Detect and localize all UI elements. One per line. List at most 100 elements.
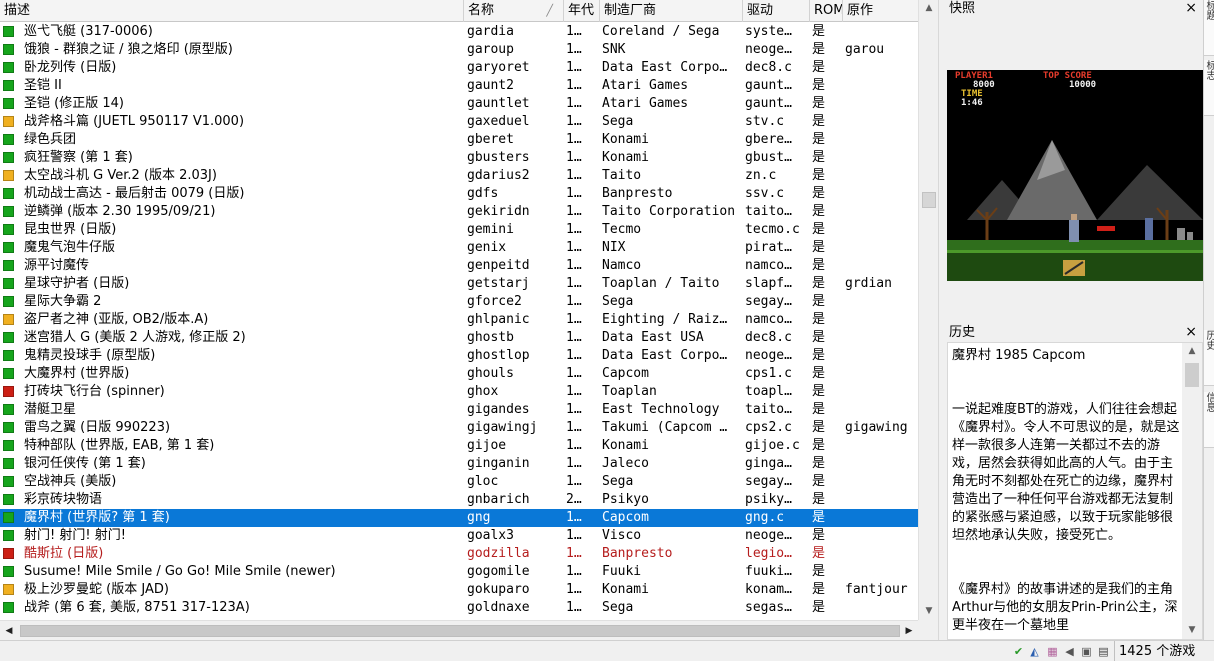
game-row[interactable]: 卧龙列传 (日版) garyoret 1… Data East Corpo… dec8.… <box>0 59 918 77</box>
pane-splitter[interactable] <box>938 0 945 640</box>
column-header-manufacturer[interactable]: 制造厂商 <box>600 0 743 22</box>
game-manufacturer: SNK <box>602 42 626 57</box>
game-driver: stv.c <box>745 114 785 129</box>
game-driver: namco… <box>745 258 792 273</box>
status-icon <box>3 401 17 419</box>
game-row[interactable]: 战斧格斗篇 (JUETL 950117 V1.000) gaxeduel 1… Seg… <box>0 113 918 131</box>
close-icon[interactable]: × <box>1185 324 1197 341</box>
game-rom-status: 是 <box>812 528 826 543</box>
game-row[interactable]: 打砖块飞行台 (spinner) ghox 1… Toaplan toapl… 是 <box>0 383 918 401</box>
game-row[interactable]: 源平讨魔传 genpeitd 1… Namco namco… 是 <box>0 257 918 275</box>
side-tab[interactable]: 历史 <box>1204 330 1214 386</box>
game-name: ghlpanic <box>467 312 530 327</box>
column-header-parent[interactable]: 原作 <box>843 0 918 22</box>
game-list[interactable]: 巡弋飞艇 (317-0006) gardia 1… Coreland / Sega sy… <box>0 23 918 619</box>
game-row[interactable]: 特种部队 (世界版, EAB, 第 1 套) gijoe 1… Konami gijoe… <box>0 437 918 455</box>
game-row[interactable]: 彩京砖块物语 gnbarich 2… Psikyo psiky… 是 <box>0 491 918 509</box>
game-year: 1… <box>566 582 582 597</box>
game-driver: gaunt… <box>745 78 792 93</box>
scroll-up-arrow-icon[interactable]: ▲ <box>919 0 939 17</box>
history-panel[interactable]: 魔界村 1985 Capcom 一说起难度BT的游戏，人们往往会想起《魔界村》。… <box>947 342 1203 640</box>
game-row[interactable]: 太空战斗机 G Ver.2 (版本 2.03J) gdarius2 1… Taito z… <box>0 167 918 185</box>
list-vertical-scrollbar[interactable]: ▲ ▼ <box>918 0 938 620</box>
game-description: 极上沙罗曼蛇 (版本 JAD) <box>24 582 169 597</box>
game-row[interactable]: 魔鬼气泡牛仔版 genix 1… NIX pirat… 是 <box>0 239 918 257</box>
game-row[interactable]: 疯狂警察 (第 1 套) gbusters 1… Konami gbust… 是 <box>0 149 918 167</box>
game-manufacturer: Data East Corpo… <box>602 348 728 363</box>
game-row[interactable]: 魔界村 (世界版? 第 1 套) gng 1… Capcom gng.c 是 <box>0 509 918 527</box>
column-header-year[interactable]: 年代 <box>564 0 600 22</box>
game-row[interactable]: Susume! Mile Smile / Go Go! Mile Smile (… <box>0 563 918 581</box>
game-manufacturer: Atari Games <box>602 78 689 93</box>
game-driver: segay… <box>745 474 792 489</box>
game-year: 1… <box>566 150 582 165</box>
game-name: garyoret <box>467 60 530 75</box>
game-year: 1… <box>566 42 582 57</box>
game-row[interactable]: 星际大争霸 2 gforce2 1… Sega segay… 是 <box>0 293 918 311</box>
snapshot-panel-title: 快照 <box>949 1 976 16</box>
game-row[interactable]: 雷鸟之翼 (日版 990223) gigawingj 1… Takumi (Capco… <box>0 419 918 437</box>
game-driver: ssv.c <box>745 186 785 201</box>
side-tab[interactable]: 标题 <box>1204 0 1214 56</box>
game-row[interactable]: 绿色兵团 gberet 1… Konami gbere… 是 <box>0 131 918 149</box>
game-row[interactable]: 潜艇卫星 gigandes 1… East Technology taito… 是 <box>0 401 918 419</box>
game-row[interactable]: 星球守护者 (日版) getstarj 1… Toaplan / Taito slapf… <box>0 275 918 293</box>
game-parent <box>845 527 918 545</box>
game-name: genpeitd <box>467 258 530 273</box>
game-rom-status: 是 <box>812 366 826 381</box>
scroll-left-arrow-icon[interactable]: ◀ <box>0 621 18 641</box>
game-row[interactable]: 银河任侠传 (第 1 套) ginganin 1… Jaleco ginga… 是 <box>0 455 918 473</box>
scroll-down-arrow-icon[interactable]: ▼ <box>919 603 939 620</box>
list-horizontal-scrollbar[interactable]: ◀ ▶ <box>0 620 918 640</box>
game-parent <box>845 491 918 509</box>
game-year: 1… <box>566 96 582 111</box>
game-row[interactable]: 巡弋飞艇 (317-0006) gardia 1… Coreland / Sega sy… <box>0 23 918 41</box>
game-row[interactable]: 酷斯拉 (日版) godzilla 1… Banpresto legio… 是 <box>0 545 918 563</box>
game-row[interactable]: 战斧 (第 6 套, 美版, 8751 317-123A) goldnaxe 1… S… <box>0 599 918 617</box>
side-tab[interactable]: 信息 <box>1204 392 1214 448</box>
game-year: 2… <box>566 492 582 507</box>
game-row[interactable]: 昆虫世界 (日版) gemini 1… Tecmo tecmo.c 是 <box>0 221 918 239</box>
game-manufacturer: Taito <box>602 168 642 183</box>
game-row[interactable]: 逆鳞弹 (版本 2.30 1995/09/21) gekiridn 1… Taito … <box>0 203 918 221</box>
game-name: gforce2 <box>467 294 522 309</box>
game-row[interactable]: 圣铠 II gaunt2 1… Atari Games gaunt… 是 <box>0 77 918 95</box>
game-parent: gigawing <box>845 420 908 435</box>
game-row[interactable]: 极上沙罗曼蛇 (版本 JAD) gokuparo 1… Konami konam… 是 fa… <box>0 581 918 599</box>
game-row[interactable]: 大魔界村 (世界版) ghouls 1… Capcom cps1.c 是 <box>0 365 918 383</box>
column-header-description[interactable]: 描述 <box>0 0 464 22</box>
scroll-up-arrow-icon[interactable]: ▲ <box>1182 343 1202 360</box>
status-square-icon <box>3 566 14 577</box>
game-row[interactable]: 饿狼 - 群狼之证 / 狼之烙印 (原型版) garoup 1… SNK neoge… 是… <box>0 41 918 59</box>
game-row[interactable]: 盗尸者之神 (亚版, OB2/版本.A) ghlpanic 1… Eighting /… <box>0 311 918 329</box>
history-vertical-scrollbar[interactable]: ▲ ▼ <box>1182 343 1202 639</box>
history-scroll-thumb[interactable] <box>1185 363 1199 387</box>
game-row[interactable]: 圣铠 (修正版 14) gauntlet 1… Atari Games gaunt… 是 <box>0 95 918 113</box>
column-header-name[interactable]: 名称 ╱ <box>464 0 564 22</box>
scroll-right-arrow-icon[interactable]: ▶ <box>900 621 918 641</box>
side-tab[interactable]: 标志 <box>1204 60 1214 116</box>
game-parent <box>845 437 918 455</box>
scroll-down-arrow-icon[interactable]: ▼ <box>1182 622 1202 639</box>
game-driver: neoge… <box>745 528 792 543</box>
game-driver: zn.c <box>745 168 777 183</box>
color-icon: ▦ <box>1047 645 1058 658</box>
column-header-driver[interactable]: 驱动 <box>743 0 810 22</box>
game-rom-status: 是 <box>812 294 826 309</box>
game-year: 1… <box>566 384 582 399</box>
list-horizontal-scroll-thumb[interactable] <box>20 625 900 637</box>
game-row[interactable]: 迷宫猎人 G (美版 2 人游戏, 修正版 2) ghostb 1… Data Eas… <box>0 329 918 347</box>
game-row[interactable]: 机动战士高达 - 最后射击 0079 (日版) gdfs 1… Banpresto ss… <box>0 185 918 203</box>
game-parent <box>845 545 918 563</box>
game-description: 星球守护者 (日版) <box>24 276 130 291</box>
status-icon <box>3 527 17 545</box>
game-year: 1… <box>566 204 582 219</box>
game-row[interactable]: 空战神兵 (美版) gloc 1… Sega segay… 是 <box>0 473 918 491</box>
column-header-rom[interactable]: ROM <box>810 0 843 22</box>
game-row[interactable]: 射门! 射门! 射门! goalx3 1… Visco neoge… 是 <box>0 527 918 545</box>
game-manufacturer: Sega <box>602 114 634 129</box>
list-vertical-scroll-thumb[interactable] <box>922 192 936 208</box>
close-icon[interactable]: × <box>1185 0 1197 17</box>
game-year: 1… <box>566 312 582 327</box>
game-row[interactable]: 鬼精灵投球手 (原型版) ghostlop 1… Data East Corpo… ne… <box>0 347 918 365</box>
